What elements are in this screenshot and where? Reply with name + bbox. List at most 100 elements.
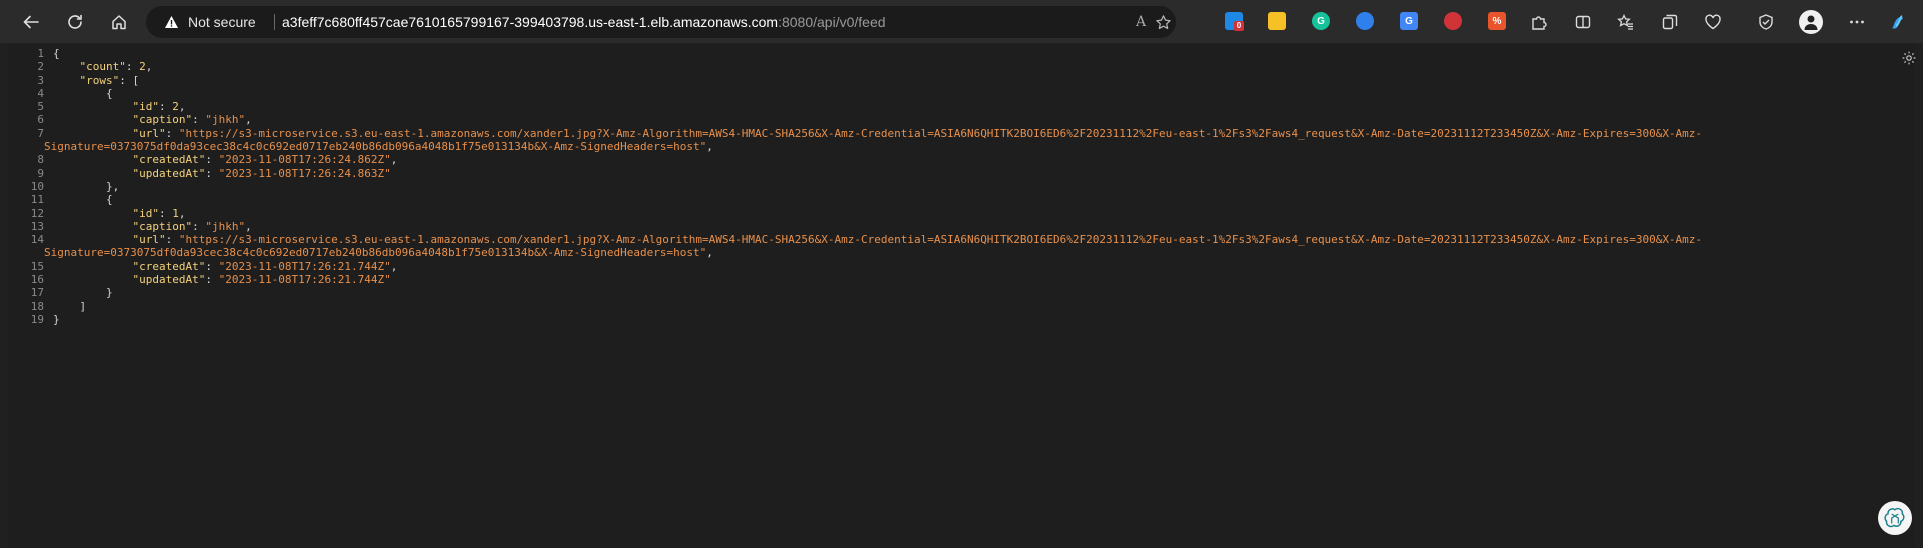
line-number: 18 (30, 299, 44, 313)
profile-avatar[interactable] (1799, 10, 1823, 34)
json-line: 10 }, (8, 180, 1848, 193)
extension-1-icon[interactable]: 0 (1225, 12, 1244, 31)
add-favorite-button[interactable] (1152, 11, 1174, 33)
json-line: 1{ (8, 47, 1848, 60)
json-line: 19} (8, 313, 1848, 326)
json-punctuation: { (53, 193, 113, 207)
json-punctuation (53, 127, 132, 140)
json-line-wrap: Signature=0373075df0da93cec38c4c0c692ed0… (8, 246, 1848, 259)
viewer-settings-button[interactable] (1901, 50, 1919, 68)
json-string: Signature=0373075df0da93cec38c4c0c692ed0… (44, 246, 707, 260)
favorites-button[interactable] (1613, 9, 1639, 35)
home-icon (112, 15, 126, 30)
json-punctuation: }, (53, 179, 120, 193)
openai-icon (1884, 507, 1905, 528)
json-string: "https://s3-microservice.s3.eu-east-1.am… (178, 233, 1703, 247)
copilot-fab-button[interactable] (1878, 501, 1912, 535)
json-line: 6 "caption": "jhkh", (8, 113, 1848, 126)
json-punctuation: ] (53, 299, 87, 313)
json-punctuation (53, 260, 132, 273)
json-string: "2023-11-08T17:26:21.744Z" (218, 273, 391, 287)
grammarly-icon[interactable]: G (1312, 12, 1330, 30)
json-punctuation: : (205, 153, 219, 167)
line-number: 14 (30, 233, 44, 247)
browser-sync-icon[interactable] (1356, 12, 1374, 30)
json-line: 17 } (8, 286, 1848, 299)
address-separator (274, 14, 275, 30)
json-string: "https://s3-microservice.s3.eu-east-1.am… (178, 126, 1703, 140)
web-capture-button[interactable] (1753, 9, 1779, 35)
line-number: 10 (30, 179, 44, 193)
line-number: 13 (30, 219, 44, 233)
shield-check-icon (1759, 14, 1773, 30)
json-string: "jhkh" (205, 219, 246, 233)
sticky-notes-icon[interactable] (1268, 12, 1286, 30)
line-number: 19 (30, 312, 44, 326)
json-punctuation: , (706, 140, 713, 154)
split-screen-button[interactable] (1570, 9, 1596, 35)
percent-icon[interactable]: % (1488, 12, 1506, 30)
json-key: "count" (79, 60, 126, 74)
split-screen-icon (1575, 15, 1591, 29)
warning-icon (165, 16, 178, 28)
user-icon (1804, 15, 1818, 30)
json-punctuation: , (245, 113, 252, 127)
json-punctuation: : (158, 100, 173, 114)
security-status[interactable]: Not secure (188, 14, 256, 30)
json-string: "jhkh" (205, 113, 246, 127)
json-line: 15 "createdAt": "2023-11-08T17:26:21.744… (8, 260, 1848, 273)
puzzle-icon (1532, 16, 1547, 30)
read-aloud-button[interactable]: A (1130, 11, 1152, 33)
json-line: 12 "id": 1, (8, 207, 1848, 220)
collections-button[interactable] (1657, 9, 1683, 35)
json-number: 2 (139, 60, 146, 74)
json-line: 16 "updatedAt": "2023-11-08T17:26:21.744… (8, 273, 1848, 286)
url-host: a3feff7c680ff457cae7610165799167-3994037… (282, 14, 779, 30)
refresh-button[interactable] (60, 7, 90, 37)
line-number: 4 (37, 86, 44, 100)
line-number: 2 (37, 60, 44, 74)
json-key: "rows" (79, 73, 120, 87)
json-string: "2023-11-08T17:26:24.863Z" (218, 166, 391, 180)
more-horizontal-icon (1850, 20, 1864, 24)
line-number: 8 (37, 153, 44, 167)
json-key: "url" (132, 126, 166, 140)
json-punctuation: : (125, 60, 140, 74)
extensions-button[interactable] (1526, 9, 1552, 35)
extension-badge: 0 (1234, 21, 1244, 31)
line-number: 17 (30, 286, 44, 300)
line-number: 9 (37, 166, 44, 180)
address-bar[interactable]: Not secure a3feff7c680ff457cae7610165799… (146, 6, 1176, 38)
json-line: 14 "url": "https://s3-microservice.s3.eu… (8, 233, 1848, 246)
json-key: "createdAt" (132, 153, 206, 167)
json-punctuation: : (165, 126, 179, 140)
json-line: 5 "id": 2, (8, 100, 1848, 113)
browser-toolbar: Not secure a3feff7c680ff457cae7610165799… (0, 0, 1923, 43)
json-number: 1 (172, 206, 179, 220)
browser-essentials-button[interactable] (1700, 9, 1726, 35)
json-key: "createdAt" (132, 259, 206, 273)
arrow-left-icon (23, 15, 39, 29)
json-punctuation: , (178, 206, 186, 220)
json-punctuation (53, 113, 132, 126)
stop-icon[interactable] (1444, 12, 1462, 30)
json-key: "updatedAt" (132, 273, 206, 287)
home-button[interactable] (104, 7, 134, 37)
back-button[interactable] (16, 7, 46, 37)
json-punctuation: : (158, 206, 173, 220)
json-line: 2 "count": 2, (8, 60, 1848, 73)
copilot-button[interactable] (1884, 9, 1910, 35)
json-punctuation (53, 207, 132, 220)
json-line-wrap: Signature=0373075df0da93cec38c4c0c692ed0… (8, 140, 1848, 153)
json-line: 11 { (8, 193, 1848, 206)
settings-more-button[interactable] (1844, 9, 1870, 35)
json-punctuation: : (205, 259, 219, 273)
json-viewer: 1{2 "count": 2, 3 "rows": [4 {5 "id": 2, 6… (8, 43, 1916, 548)
url-path: :8080/api/v0/feed (778, 14, 886, 30)
json-punctuation: : (205, 166, 219, 180)
url-text[interactable]: a3feff7c680ff457cae7610165799167-3994037… (282, 14, 886, 30)
json-punctuation (53, 220, 132, 233)
json-punctuation: : (165, 233, 179, 247)
translate-icon[interactable]: G (1400, 12, 1418, 30)
json-line: 9 "updatedAt": "2023-11-08T17:26:24.863Z… (8, 167, 1848, 180)
